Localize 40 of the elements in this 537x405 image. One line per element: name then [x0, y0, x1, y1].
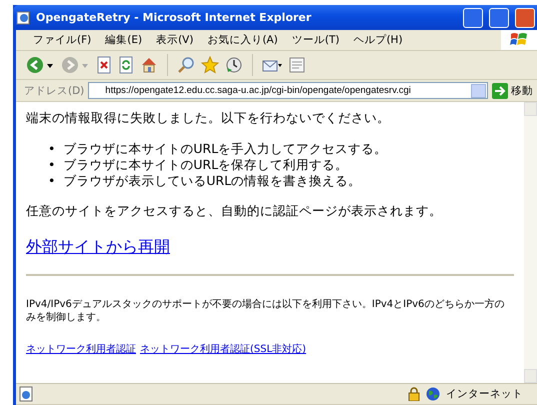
list-item: ブラウザに本サイトのURLを手入力してアクセスする。	[63, 141, 388, 157]
list-item: ブラウザが表示しているURLの情報を書き換える。	[63, 173, 362, 189]
menu-item[interactable]: 編集(E)	[98, 33, 150, 47]
home-icon[interactable]	[140, 56, 158, 74]
maximize-button[interactable]	[489, 8, 509, 28]
bullet: •	[48, 141, 56, 157]
history-icon[interactable]	[225, 56, 243, 74]
zone-label: インターネット	[446, 387, 523, 401]
lock-icon	[408, 387, 420, 401]
arrow-icon	[492, 82, 508, 98]
globe-icon	[426, 387, 440, 401]
refresh-icon[interactable]	[118, 56, 134, 74]
dropdown-button[interactable]	[471, 84, 486, 98]
print-icon[interactable]	[288, 56, 306, 74]
address-label: アドレス(D)	[24, 84, 84, 98]
menu-item[interactable]: 表示(V)	[149, 33, 200, 47]
close-button[interactable]	[515, 8, 535, 28]
list-item: ブラウザに本サイトのURLを保存して利用する。	[63, 157, 348, 173]
menu-item[interactable]: ツール(T)	[284, 33, 346, 47]
bullet: •	[48, 173, 56, 189]
retry-link[interactable]: 外部サイトから再開	[26, 237, 170, 258]
star-icon[interactable]	[201, 56, 219, 74]
window-title: OpengateRetry - Microsoft Internet Explorer	[36, 11, 312, 24]
page-icon	[18, 386, 34, 402]
auth-link[interactable]: ネットワーク利用者認証	[26, 342, 136, 356]
browser-icon	[16, 10, 32, 26]
back-icon[interactable]	[26, 56, 44, 74]
menu-item[interactable]: ファイル(F)	[26, 33, 98, 47]
stop-icon[interactable]	[96, 56, 112, 74]
notice-text: 任意のサイトをアクセスすると、自動的に認証ページが表示されます。	[26, 203, 443, 220]
go-button[interactable]: 移動	[492, 82, 537, 100]
menu-item[interactable]: ヘルプ(H)	[346, 33, 410, 47]
minimize-button[interactable]	[463, 8, 483, 28]
message-text: 端末の情報取得に失敗しました。以下を行わないでください。	[26, 110, 391, 127]
windows-logo-icon	[510, 32, 528, 48]
note-text: IPv4/IPv6デュアルスタックのサポートが不要の場合には以下を利用下さい。IPv4とIPv6のどちらか一方のみを制御します。	[26, 298, 506, 324]
bullet: •	[48, 157, 56, 173]
auth-link[interactable]: ネットワーク利用者認証(SSL非対応)	[140, 342, 306, 356]
search-icon[interactable]	[177, 56, 195, 74]
menu-item[interactable]: お気に入り(A)	[200, 33, 285, 47]
